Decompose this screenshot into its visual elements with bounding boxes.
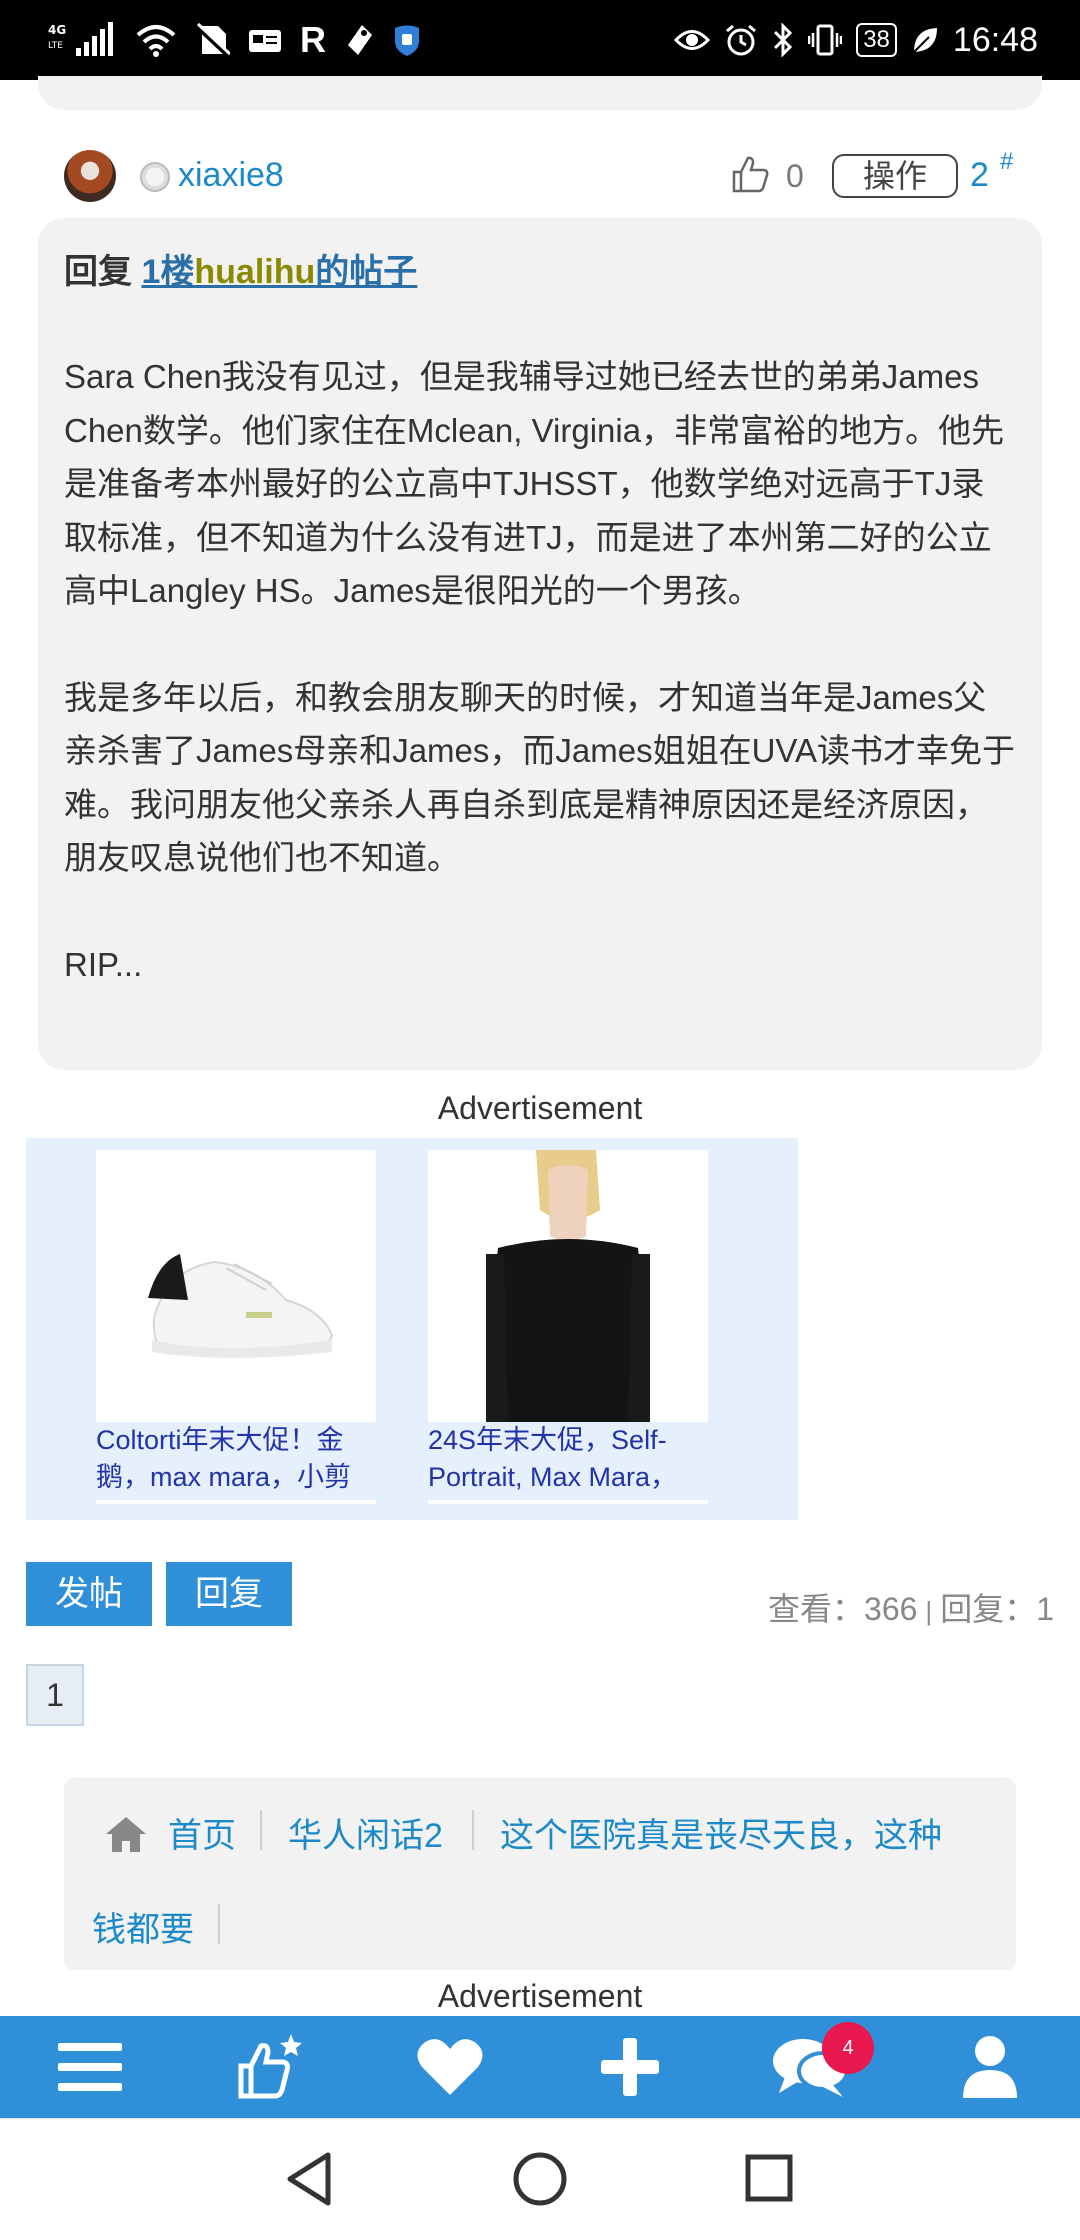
post-content: 回复 1楼hualihu的帖子 Sara Chen我没有见过，但是我辅导过她已经…	[38, 218, 1042, 1070]
advertisement-label: Advertisement	[437, 1090, 643, 1126]
thread-stats: 查看：366 | 回复：1	[768, 1584, 1054, 1630]
username-link[interactable]: xiaxie8	[178, 156, 284, 195]
svg-text:4G: 4G	[48, 23, 66, 37]
reply-prefix: 回复	[64, 253, 132, 291]
wifi-icon	[136, 25, 176, 57]
vibrate-icon	[808, 24, 843, 56]
breadcrumb-separator	[472, 1810, 474, 1850]
avatar[interactable]	[64, 150, 116, 202]
back-icon[interactable]	[284, 2151, 334, 2207]
bottom-nav	[0, 2016, 1080, 2118]
previous-post-card	[38, 76, 1042, 110]
ad-item[interactable]: Coltorti年末大促！金鹅，max mara，小剪	[96, 1150, 376, 1512]
shield-icon	[395, 25, 419, 56]
profile-button[interactable]	[900, 2016, 1080, 2118]
page-number-current[interactable]: 1	[26, 1664, 84, 1726]
post-paragraph: Sara Chen我没有见过，但是我辅导过她已经去世的弟弟James Chen数…	[64, 358, 1005, 609]
views-label: 查看：	[768, 1591, 865, 1627]
breadcrumb-forum[interactable]: 华人闲话2	[288, 1808, 443, 1857]
black-offshoulder-top-image[interactable]	[428, 1150, 708, 1422]
offline-status-icon	[140, 162, 170, 192]
leaf-icon	[913, 28, 937, 53]
eye-icon	[674, 30, 711, 50]
breadcrumb-thread-cont[interactable]: 钱都要	[92, 1902, 194, 1951]
breadcrumb-home[interactable]: 首页	[168, 1808, 236, 1857]
card-icon	[249, 30, 281, 52]
quoted-floor: 1楼	[141, 253, 195, 291]
recommend-button[interactable]	[180, 2016, 360, 2118]
r-icon: R	[300, 19, 326, 60]
quoted-user: hualihu	[194, 253, 316, 291]
operate-button[interactable]: 操作	[832, 154, 958, 198]
system-nav-bar	[0, 2118, 1080, 2240]
home-circle-icon[interactable]	[512, 2151, 568, 2207]
thumbs-up-icon[interactable]	[730, 154, 770, 194]
status-right-icons: 38 16:48	[674, 18, 1038, 62]
new-post-nav-button[interactable]	[540, 2016, 720, 2118]
quoted-post-link[interactable]: 1楼hualihu的帖子	[141, 253, 417, 291]
status-bar: 4G LTE R 38 16:48	[0, 0, 1080, 80]
no-sim-icon	[194, 22, 230, 58]
reply-reference: 回复 1楼hualihu的帖子	[64, 244, 1016, 300]
ad-title[interactable]: Coltorti年末大促！金鹅，max mara，小剪	[96, 1422, 376, 1496]
recents-icon[interactable]	[744, 2153, 794, 2203]
message-badge: 4	[822, 2022, 874, 2074]
post-header: xiaxie8 0 操作 2 #	[64, 148, 1024, 204]
stats-separator: |	[925, 1596, 933, 1626]
views-count: 366	[864, 1591, 918, 1627]
ad-container: Coltorti年末大促！金鹅，max mara，小剪 24S年末大促，Self…	[26, 1138, 798, 1520]
menu-button[interactable]	[0, 2016, 180, 2118]
plus-icon	[601, 2038, 659, 2096]
advertisement-label-bottom: Advertisement	[437, 1978, 643, 2014]
breadcrumb-separator	[260, 1810, 262, 1850]
replies-count: 1	[1036, 1591, 1054, 1627]
alarm-icon	[726, 24, 757, 56]
ad-divider	[428, 1500, 708, 1504]
ad-divider	[96, 1500, 376, 1504]
replies-label: 回复：	[940, 1591, 1037, 1627]
new-post-button[interactable]: 发帖	[26, 1562, 152, 1626]
breadcrumb: 首页 华人闲话2 这个医院真是丧尽天良，这种 钱都要	[64, 1778, 1016, 1970]
breadcrumb-separator	[218, 1904, 220, 1944]
breadcrumb-thread[interactable]: 这个医院真是丧尽天良，这种	[500, 1808, 942, 1857]
favorites-button[interactable]	[360, 2016, 540, 2118]
post-paragraph: 我是多年以后，和教会朋友聊天的时候，才知道当年是James父亲杀害了James母…	[64, 678, 1015, 877]
svg-text:LTE: LTE	[48, 41, 63, 51]
messages-button[interactable]	[720, 2016, 900, 2118]
floor-hash-mark[interactable]: #	[1000, 148, 1013, 176]
ad-title[interactable]: 24S年末大促，Self-Portrait, Max Mara，	[428, 1422, 708, 1496]
reply-button[interactable]: 回复	[166, 1562, 292, 1626]
home-icon[interactable]	[104, 1814, 148, 1854]
ad-item[interactable]: 24S年末大促，Self-Portrait, Max Mara，	[428, 1150, 708, 1512]
wrench-icon	[348, 25, 372, 55]
heart-icon	[417, 2039, 483, 2095]
white-sneaker-image[interactable]	[96, 1150, 376, 1422]
battery-icon: 38	[856, 23, 897, 57]
post-paragraph: RIP...	[64, 945, 143, 983]
signal-icon: 4G LTE	[48, 22, 113, 56]
status-left-icons: 4G LTE R	[48, 18, 422, 62]
like-count: 0	[786, 158, 804, 194]
bluetooth-icon	[774, 23, 793, 57]
menu-icon	[58, 2043, 122, 2091]
quoted-suffix: 的帖子	[315, 253, 418, 291]
floor-number[interactable]: 2	[970, 156, 989, 195]
clock: 16:48	[952, 20, 1038, 59]
thumbs-up-star-icon	[238, 2034, 302, 2099]
user-icon	[963, 2036, 1017, 2098]
